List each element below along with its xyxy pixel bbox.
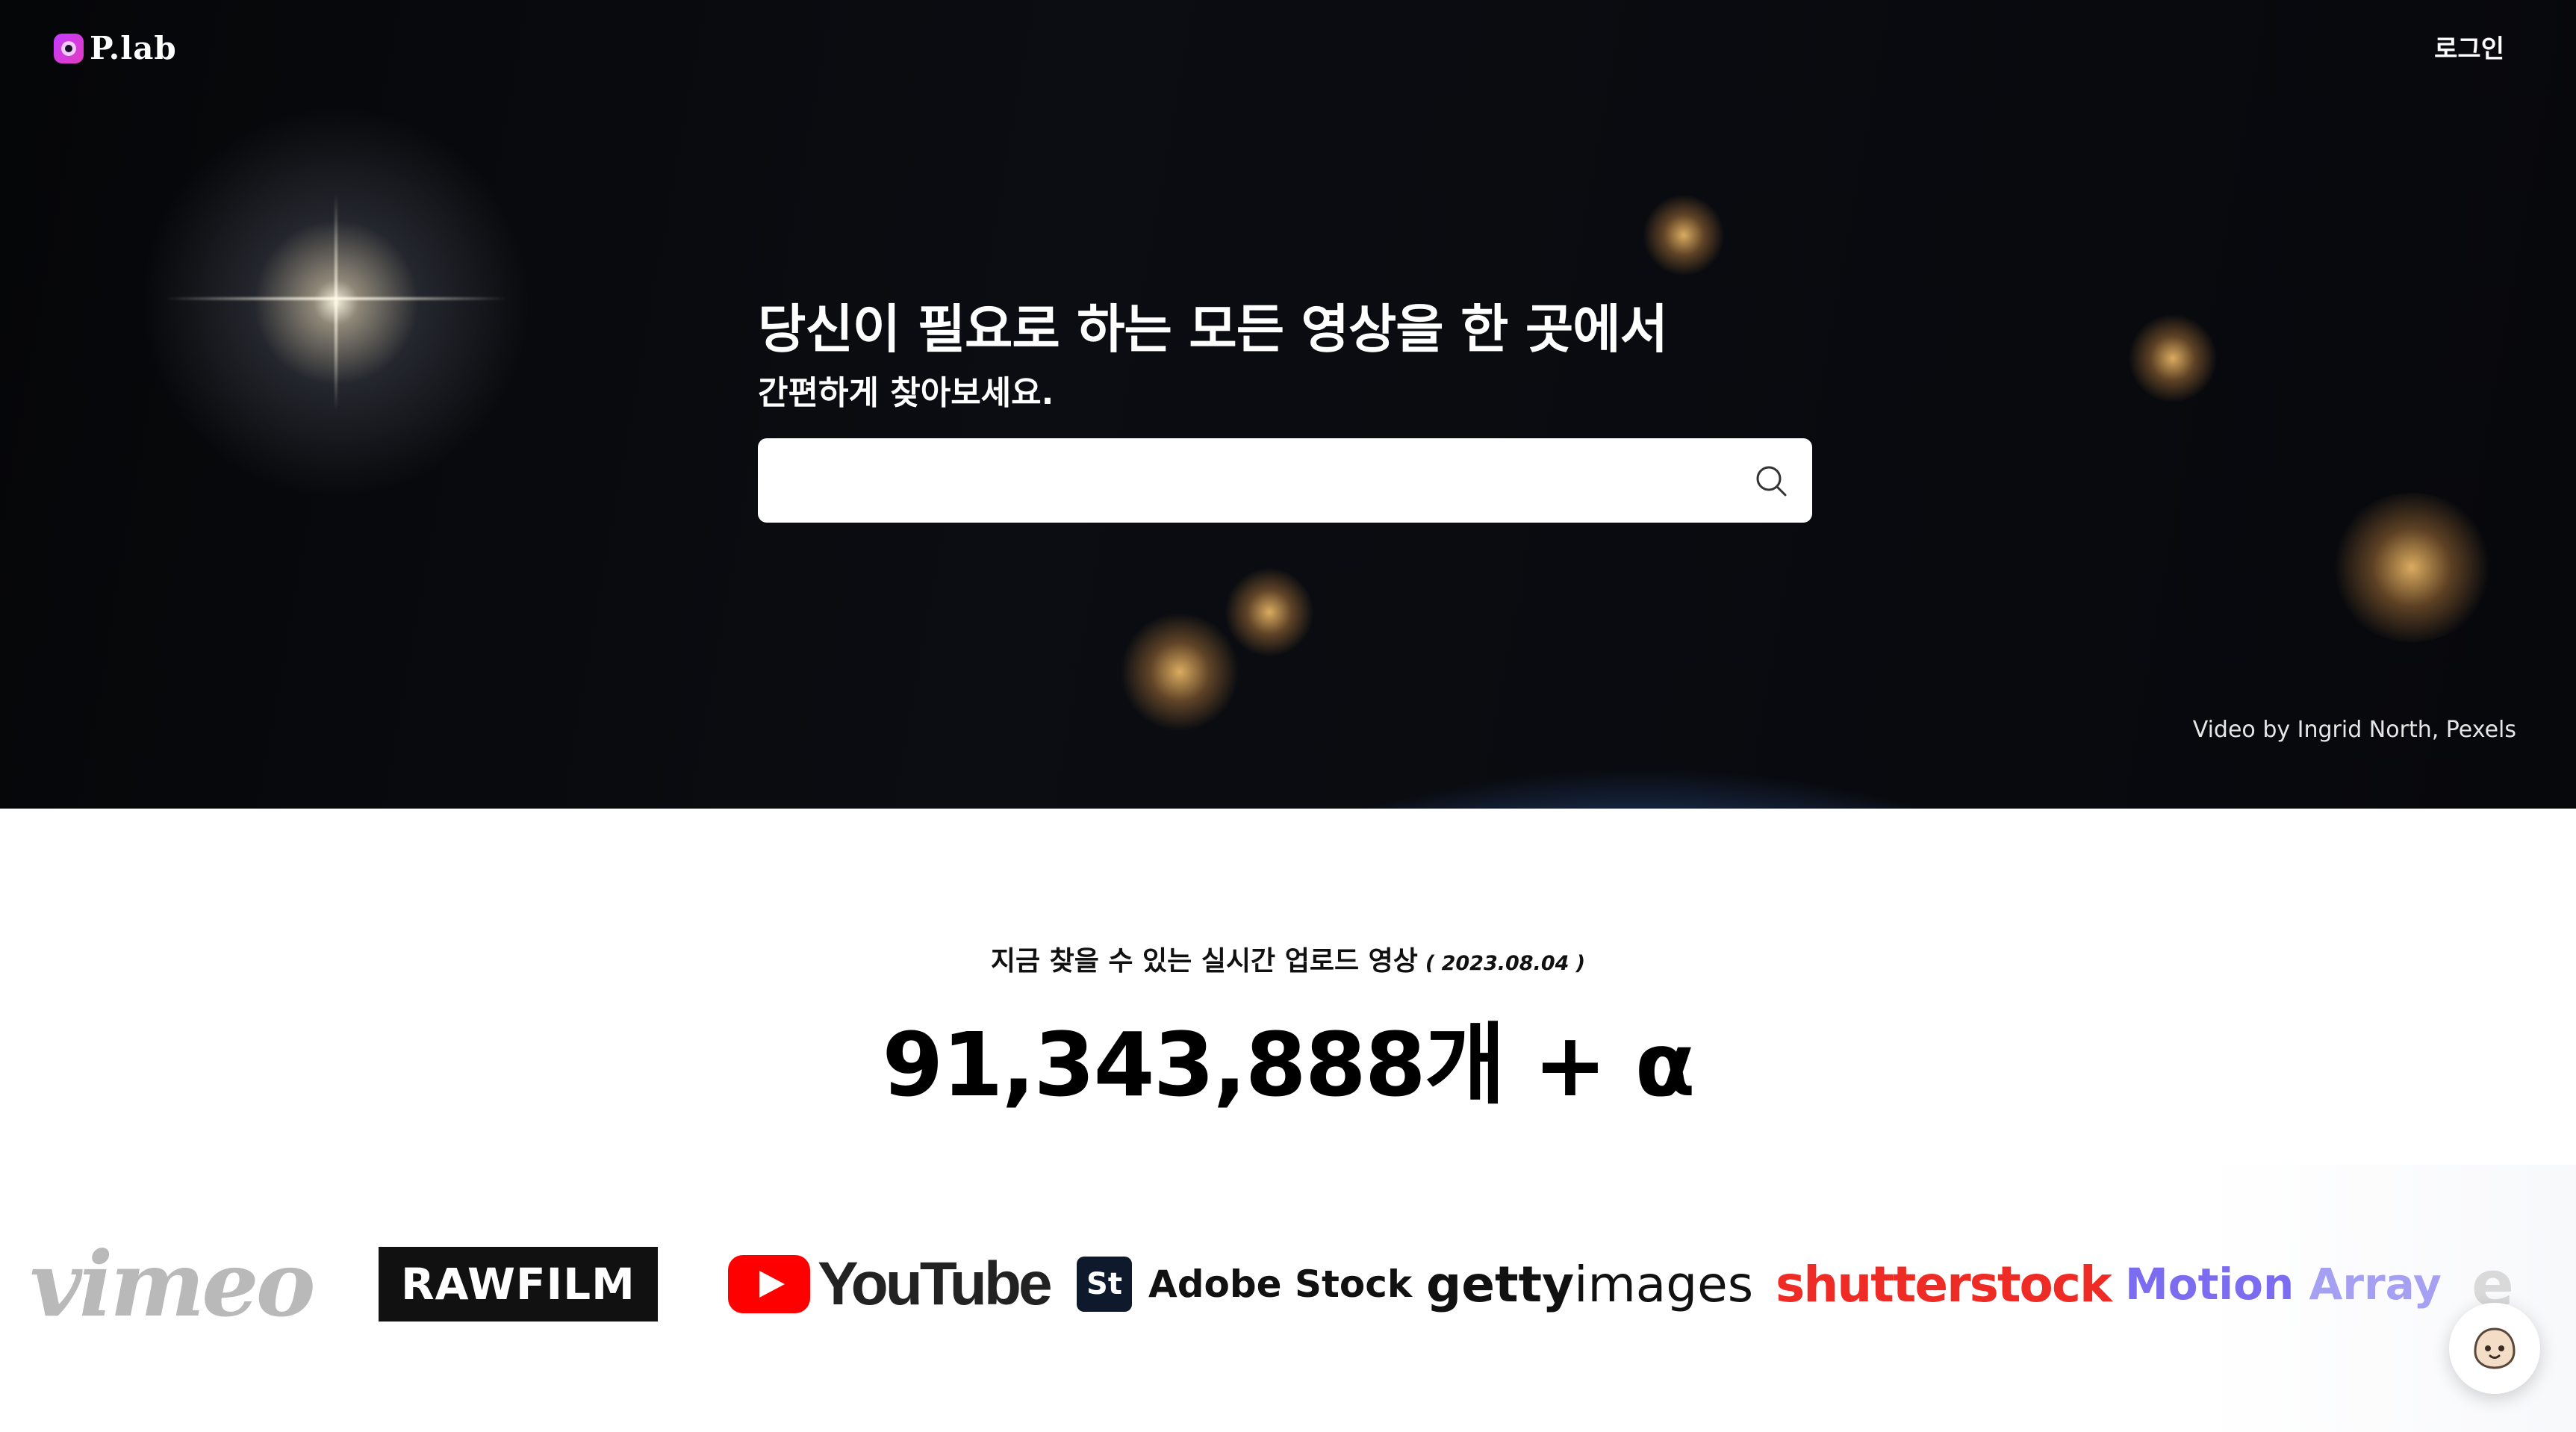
- video-count: 91,343,888개 + α: [882, 1013, 1695, 1116]
- images-logo-text: images: [1574, 1255, 1754, 1313]
- adobe-stock-logo: St Adobe Stock: [1077, 1224, 1412, 1344]
- search-icon[interactable]: [1730, 438, 1812, 523]
- hero-section: P.lab 로그인 당신이 필요로 하는 모든 영상을 한 곳에서 간편하게 찾…: [0, 0, 2576, 809]
- rawfilm-logo: RAWFILM: [379, 1224, 658, 1344]
- chat-bot-button[interactable]: [2449, 1303, 2540, 1394]
- city-lights: [1120, 612, 1239, 732]
- partner-logos: vimeo RAWFILM YouTube St Adobe Stock get…: [0, 1224, 2576, 1344]
- hero-subtitle: 간편하게 찾아보세요.: [758, 374, 1054, 412]
- city-lights: [1225, 567, 1314, 657]
- sun-flare-vertical: [335, 194, 337, 411]
- city-lights: [2128, 314, 2218, 403]
- getty-logo-text: getty: [1426, 1255, 1575, 1313]
- city-lights: [2330, 493, 2494, 642]
- adobe-stock-logo-text: Adobe Stock: [1148, 1263, 1413, 1306]
- vimeo-logo-text: vimeo: [30, 1231, 316, 1337]
- vimeo-logo: vimeo: [30, 1224, 316, 1344]
- rawfilm-logo-text: RAWFILM: [379, 1247, 658, 1322]
- youtube-logo: YouTube: [728, 1224, 1053, 1344]
- search-input[interactable]: [758, 438, 1730, 523]
- shutterstock-logo: shutterstock: [1776, 1224, 2112, 1344]
- video-credit: Video by Ingrid North, Pexels: [2192, 717, 2516, 743]
- chat-bot-icon: [2474, 1327, 2516, 1369]
- motion-array-logo: Motion Array: [2125, 1224, 2442, 1344]
- city-lights: [1643, 194, 1725, 276]
- array-logo-text: Array: [2309, 1259, 2442, 1310]
- site-logo[interactable]: P.lab: [54, 30, 177, 66]
- login-button[interactable]: 로그인: [2434, 28, 2504, 65]
- getty-images-logo: getty images: [1426, 1224, 1753, 1344]
- stats-label-text: 지금 찾을 수 있는 실시간 업로드 영상: [990, 946, 1418, 977]
- adobe-stock-icon: St: [1077, 1257, 1132, 1312]
- stats-date: ( 2023.08.04 ): [1425, 952, 1586, 975]
- hero-title: 당신이 필요로 하는 모든 영상을 한 곳에서: [758, 299, 1668, 360]
- search-bar: [758, 438, 1812, 523]
- stats-label: 지금 찾을 수 있는 실시간 업로드 영상 ( 2023.08.04 ): [0, 939, 2576, 978]
- shutterstock-logo-text: shutterstock: [1776, 1255, 2112, 1313]
- logo-text: P.lab: [90, 30, 177, 66]
- youtube-logo-text: YouTube: [818, 1250, 1053, 1318]
- plab-logo-icon: [54, 33, 84, 63]
- youtube-play-icon: [728, 1255, 810, 1313]
- motion-logo-text: Motion: [2125, 1259, 2295, 1310]
